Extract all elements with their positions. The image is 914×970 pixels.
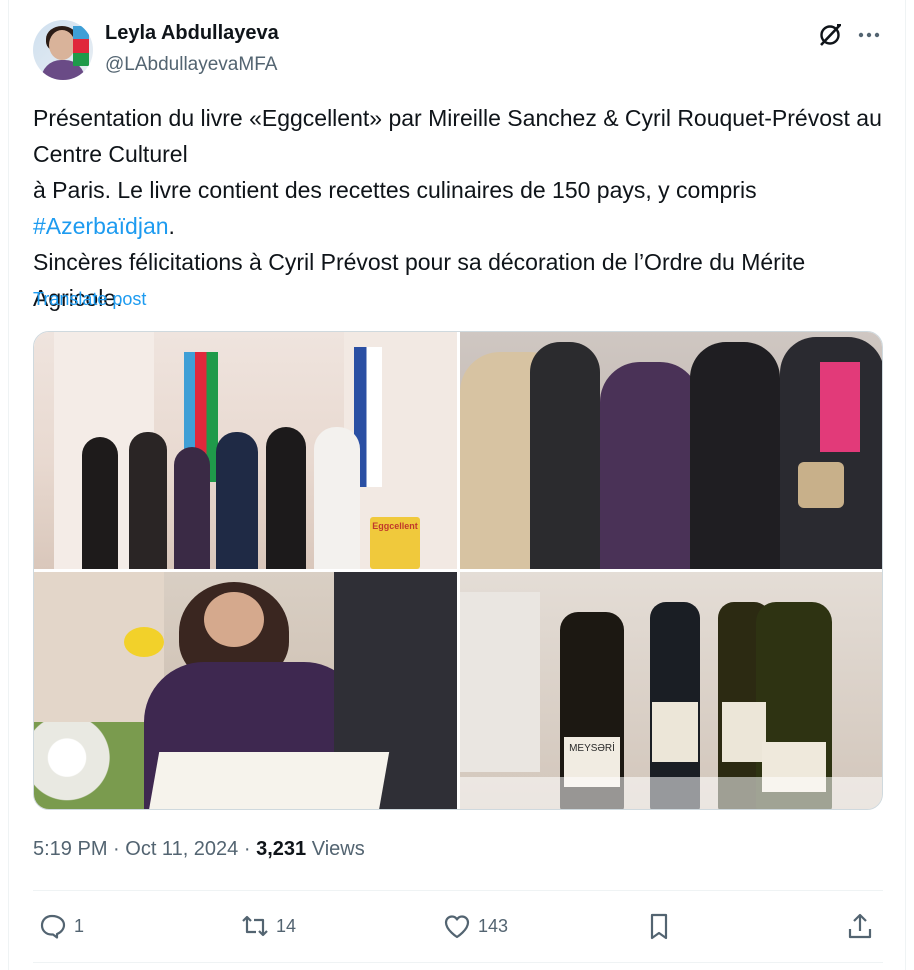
like-button[interactable]: 143 [442,910,508,942]
author-name[interactable]: Leyla Abdullayeva [105,22,279,45]
book-cover: Eggcellent [370,517,420,569]
azerbaijan-flag-icon [190,143,222,165]
more-icon[interactable] [856,22,882,48]
avatar[interactable] [33,20,93,80]
bookmark-icon [650,913,668,940]
divider [33,962,883,963]
post-meta: 5:19 PM · Oct 11, 2024 · 3,231 Views [33,838,365,861]
photo-reading-book[interactable] [34,572,457,809]
avatar-flag [73,26,89,66]
avatar-face [49,30,75,60]
meta-separator: · [107,838,126,860]
reply-icon [40,914,66,939]
photo-wine-bottles[interactable]: MEYSƏRİ [460,572,882,809]
hashtag-link[interactable]: #Azerbaïdjan [33,213,169,239]
translate-link[interactable]: Translate post [33,289,146,310]
share-icon [848,913,872,939]
share-button[interactable] [845,910,875,942]
tweet-text-line2: Sincères félicitations à Cyril Prévost p… [33,249,806,311]
post-date[interactable]: Oct 11, 2024 [125,838,238,860]
repost-button[interactable]: 14 [240,910,296,942]
photo-group-portrait[interactable]: Eggcellent [34,332,457,569]
views-count: 3,231 [256,838,307,860]
tweet-text-part1: Présentation du livre «Eggcellent» par M… [33,105,882,167]
bottle-label: MEYSƏRİ [569,743,615,754]
heart-icon [444,915,470,939]
repost-icon [242,915,268,937]
like-count: 143 [478,915,509,936]
media-grid: Eggcellent MEYSƏRİ [33,331,883,810]
author-handle[interactable]: @LAbdullayevaMFA [105,54,277,76]
meta-separator: · [238,838,257,860]
divider [33,890,883,891]
bookmark-button[interactable] [644,910,674,942]
views-label: Views [306,838,365,860]
grok-icon[interactable] [817,22,843,48]
reply-count: 1 [74,915,85,936]
reply-button[interactable]: 1 [38,910,84,942]
repost-count: 14 [276,915,297,936]
tweet-text-part3: . [168,213,175,239]
post-time[interactable]: 5:19 PM [33,838,107,860]
tweet-text: Présentation du livre «Eggcellent» par M… [33,100,883,316]
photo-audience[interactable] [460,332,882,569]
tweet-text-part2: à Paris. Le livre contient des recettes … [33,177,757,203]
book-title: Eggcellent [372,521,418,531]
